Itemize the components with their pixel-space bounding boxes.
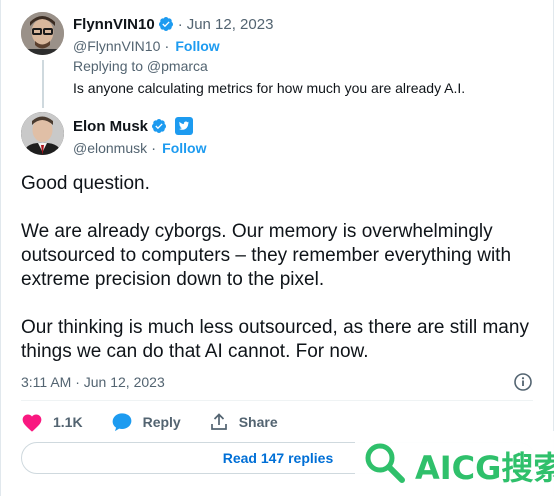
avatar[interactable]: [21, 12, 64, 55]
reply-button[interactable]: Reply: [111, 412, 181, 432]
share-label: Share: [238, 414, 278, 430]
watermark-text: AICG搜索: [415, 449, 554, 487]
verified-badge-icon: [158, 16, 174, 32]
tweet-timestamp[interactable]: 3:11 AM · Jun 12, 2023: [21, 374, 165, 390]
twitter-logo-icon[interactable]: [175, 117, 194, 135]
follow-link[interactable]: Follow: [175, 38, 219, 54]
user-handle[interactable]: @FlynnVIN10: [73, 38, 160, 54]
separator-dot: ·: [164, 37, 170, 55]
heart-icon: [22, 414, 42, 432]
parent-tweet: FlynnVIN10 · Jun 12, 2023 @FlynnVIN10 · …: [21, 12, 533, 108]
magnifier-logo-icon: [365, 443, 405, 483]
display-name[interactable]: FlynnVIN10: [73, 16, 155, 33]
tweet-embed-card: FlynnVIN10 · Jun 12, 2023 @FlynnVIN10 · …: [0, 0, 554, 496]
like-button[interactable]: 1.1K: [21, 412, 83, 432]
tweet-meta: 3:11 AM · Jun 12, 2023: [21, 372, 533, 392]
user-handle[interactable]: @elonmusk: [73, 140, 147, 156]
share-button[interactable]: Share: [209, 412, 278, 432]
follow-link[interactable]: Follow: [162, 140, 206, 156]
verified-badge-icon: [151, 118, 167, 134]
thread-connector-line: [42, 60, 44, 108]
avatar[interactable]: [21, 112, 64, 155]
parent-tweet-text: Is anyone calculating metrics for how mu…: [73, 80, 466, 96]
tweet-date[interactable]: Jun 12, 2023: [187, 16, 274, 33]
watermark: AICG搜索: [355, 431, 554, 496]
main-tweet-text: Good question. We are already cyborgs. O…: [21, 172, 535, 364]
separator-dot: ·: [151, 139, 157, 157]
separator-dot: ·: [177, 15, 183, 33]
info-icon[interactable]: [513, 372, 533, 392]
reply-label: Reply: [142, 414, 181, 430]
like-count: 1.1K: [53, 414, 83, 430]
tweet-paragraph: Our thinking is much less outsourced, as…: [21, 317, 529, 362]
tweet-paragraph: We are already cyborgs. Our memory is ov…: [21, 221, 512, 290]
display-name[interactable]: Elon Musk: [73, 118, 148, 135]
share-icon: [210, 413, 227, 430]
replying-to-label: Replying to @pmarca: [73, 58, 208, 74]
divider: [21, 400, 533, 401]
main-tweet-header: Elon Musk @elonmusk · Follow: [21, 112, 533, 160]
reply-bubble-icon: [112, 413, 131, 432]
action-bar: 1.1K Reply Share: [21, 410, 306, 434]
tweet-paragraph: Good question.: [21, 173, 150, 194]
